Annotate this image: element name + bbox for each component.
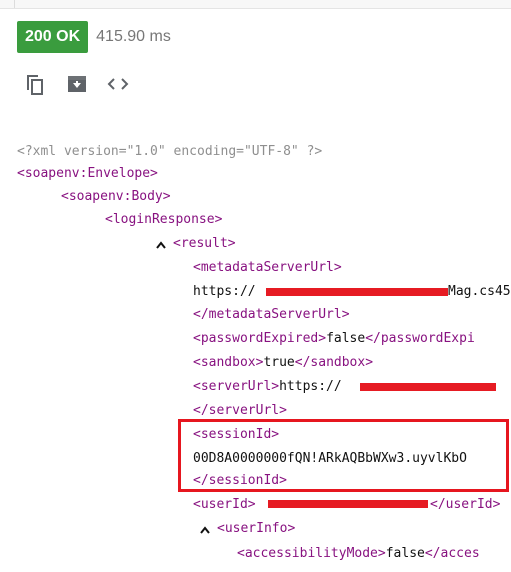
accessibility-mode-open-tag: <accessibilityMode> bbox=[237, 546, 386, 561]
metadata-url-value-suffix: Mag.cs45 bbox=[448, 284, 511, 299]
server-url-line: <serverUrl>https:// bbox=[193, 379, 342, 395]
server-url-value-prefix: https:// bbox=[279, 379, 342, 394]
result-open-tag: <result> bbox=[173, 236, 236, 251]
collapse-result-icon[interactable] bbox=[155, 239, 167, 251]
metadata-url-close-tag: </metadataServerUrl> bbox=[193, 307, 350, 322]
session-id-value: 00D8A0000000fQN!ARkAQBbWXw3.uyvlKbO bbox=[193, 451, 467, 466]
sandbox-open-tag: <sandbox> bbox=[193, 355, 264, 370]
session-id-open-tag: <sessionId> bbox=[193, 427, 280, 442]
collapse-user-info-icon[interactable] bbox=[199, 524, 211, 536]
server-url-close-tag: </serverUrl> bbox=[193, 403, 287, 418]
sandbox-line: <sandbox>true</sandbox> bbox=[193, 355, 373, 371]
user-id-open-tag: <userId> bbox=[193, 497, 256, 512]
server-url-open-tag: <serverUrl> bbox=[193, 379, 280, 394]
metadata-url-open-tag: <metadataServerUrl> bbox=[193, 260, 342, 275]
sandbox-close-tag: </sandbox> bbox=[294, 355, 374, 370]
password-expired-line: <passwordExpired>false</passwordExpi bbox=[193, 331, 475, 347]
metadata-url-value-prefix: https:// bbox=[193, 284, 256, 299]
body-open-tag: <soapenv:Body> bbox=[61, 189, 171, 204]
user-id-redaction bbox=[268, 500, 428, 508]
xml-declaration: <?xml version="1.0" encoding="UTF-8" ?> bbox=[17, 144, 323, 159]
password-expired-close-tag: </passwordExpi bbox=[365, 331, 475, 346]
user-info-open-tag: <userInfo> bbox=[217, 521, 296, 536]
accessibility-mode-line: <accessibilityMode>false</acces bbox=[237, 546, 480, 562]
session-id-close-tag: </sessionId> bbox=[193, 473, 287, 488]
envelope-open-tag: <soapenv:Envelope> bbox=[17, 166, 158, 181]
sandbox-value: true bbox=[263, 355, 295, 370]
password-expired-open-tag: <passwordExpired> bbox=[193, 331, 327, 346]
user-id-close-tag: </userId> bbox=[430, 497, 501, 512]
accessibility-mode-value: false bbox=[385, 546, 425, 561]
login-response-open-tag: <loginResponse> bbox=[105, 212, 223, 227]
metadata-url-redaction bbox=[266, 288, 448, 296]
server-url-redaction bbox=[360, 383, 496, 391]
password-expired-value: false bbox=[326, 331, 366, 346]
accessibility-mode-close-tag: </acces bbox=[424, 546, 480, 561]
xml-response-body: <?xml version="1.0" encoding="UTF-8" ?> … bbox=[0, 0, 511, 572]
